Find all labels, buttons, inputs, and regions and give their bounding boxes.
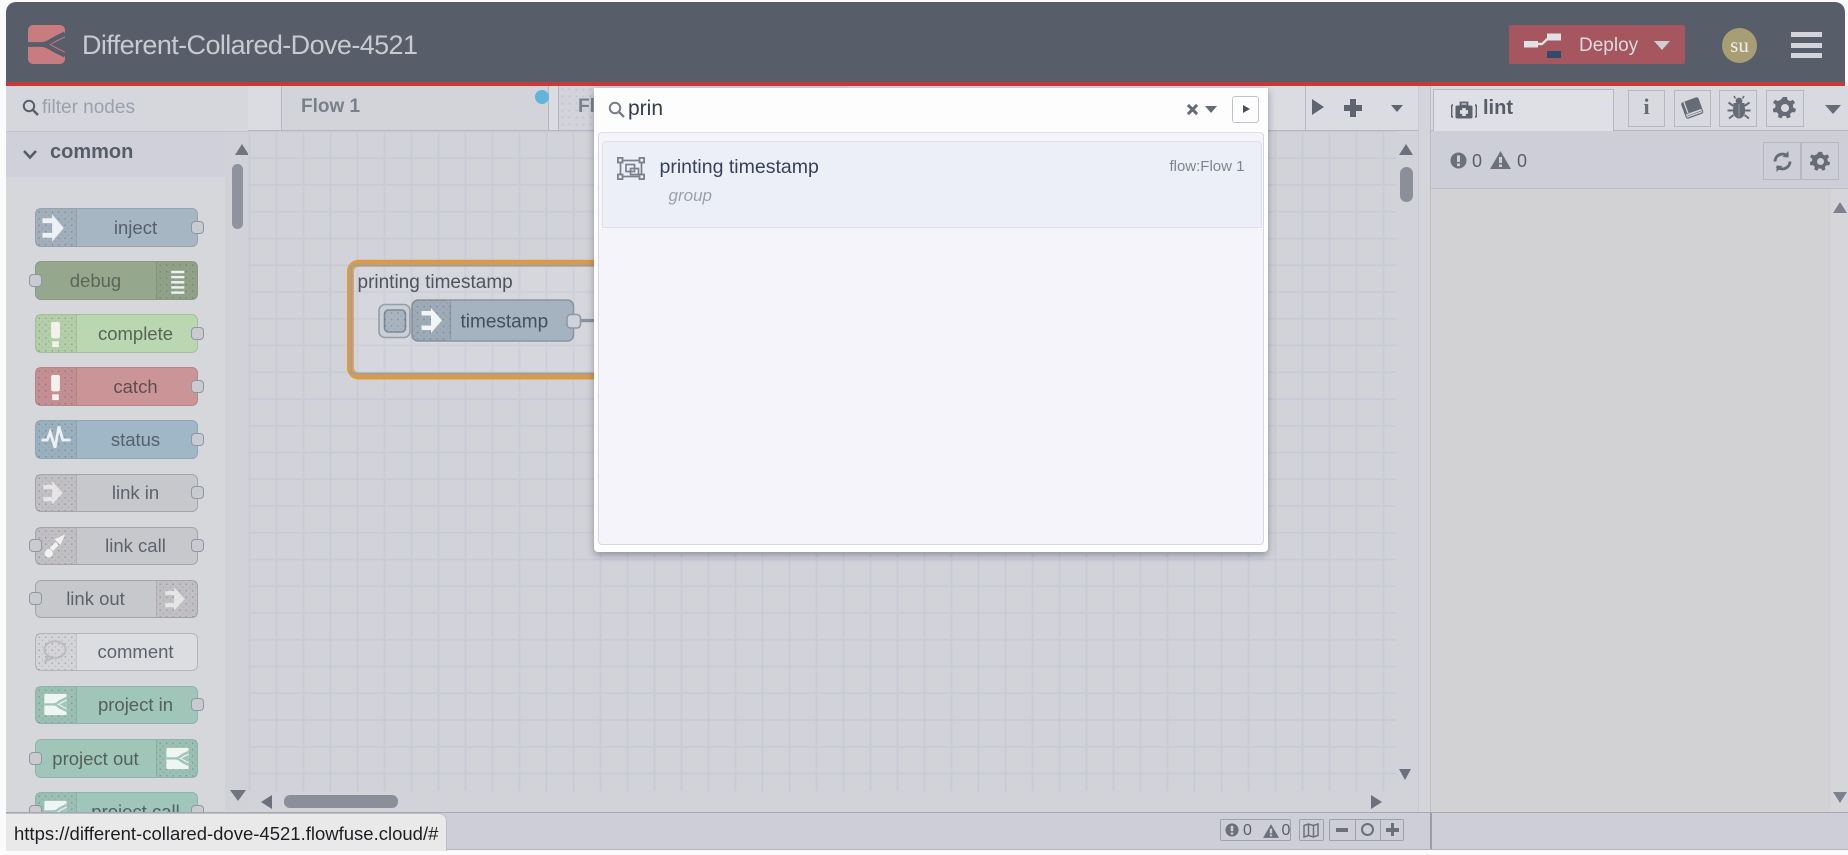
svg-text:printing timestamp: printing timestamp bbox=[357, 272, 512, 293]
svg-text:timestamp: timestamp bbox=[460, 312, 548, 333]
